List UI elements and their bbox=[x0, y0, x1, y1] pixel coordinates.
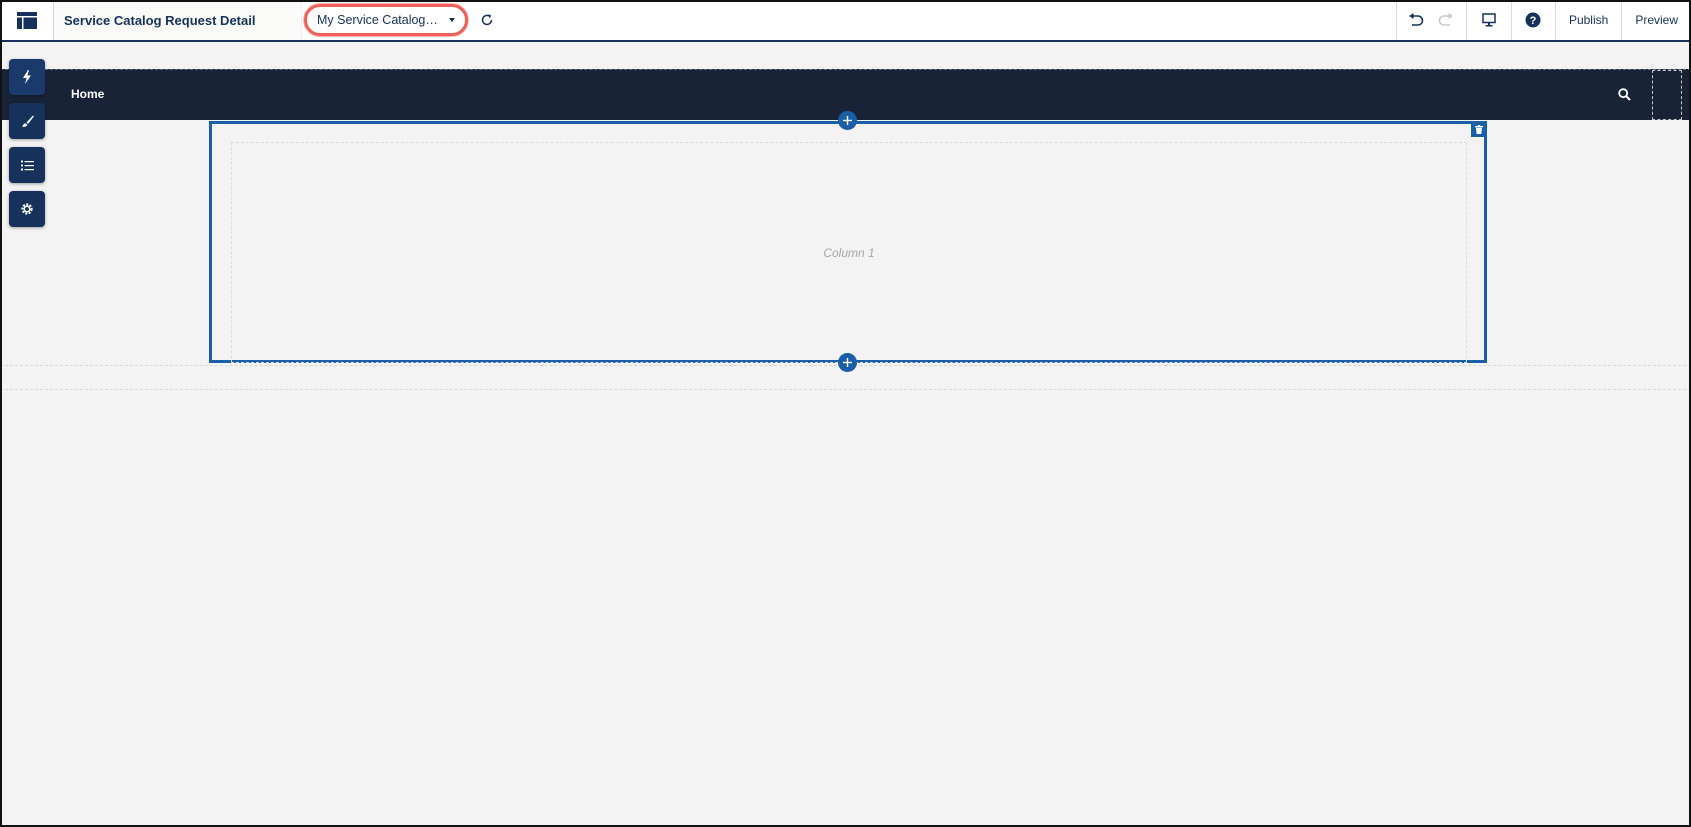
plus-icon bbox=[843, 358, 852, 367]
refresh-button[interactable] bbox=[478, 11, 496, 29]
gear-icon bbox=[21, 203, 33, 215]
paintbrush-icon bbox=[21, 115, 34, 127]
publish-label: Publish bbox=[1568, 13, 1609, 27]
rail-components-button[interactable] bbox=[9, 59, 45, 95]
preview-button[interactable]: Preview bbox=[1621, 0, 1691, 40]
plus-icon bbox=[843, 116, 852, 125]
preview-label: Preview bbox=[1635, 13, 1678, 27]
list-icon bbox=[20, 160, 34, 170]
column-label: Column 1 bbox=[823, 245, 875, 260]
rail-theme-button[interactable] bbox=[9, 103, 45, 139]
trash-icon bbox=[1475, 125, 1483, 134]
device-preview-button[interactable] bbox=[1465, 0, 1511, 40]
help-icon: ? bbox=[1525, 12, 1541, 28]
lightning-bolt-icon bbox=[23, 70, 31, 84]
help-button[interactable]: ? bbox=[1510, 0, 1555, 40]
app-switcher-button[interactable] bbox=[0, 0, 54, 40]
svg-text:?: ? bbox=[1530, 15, 1537, 27]
search-icon bbox=[1618, 88, 1631, 101]
refresh-icon bbox=[481, 14, 493, 26]
search-button[interactable] bbox=[1618, 88, 1631, 106]
add-section-above-button[interactable] bbox=[838, 111, 857, 130]
delete-section-button[interactable] bbox=[1471, 122, 1487, 137]
page-variation-dropdown[interactable]: My Service Catalog Re... bbox=[304, 4, 468, 36]
rail-settings-button[interactable] bbox=[9, 191, 45, 227]
redo-icon bbox=[1439, 13, 1454, 26]
rail-page-structure-button[interactable] bbox=[9, 147, 45, 183]
chevron-down-icon bbox=[449, 18, 455, 22]
nav-region-placeholder[interactable] bbox=[1652, 70, 1682, 120]
section-column-1[interactable]: Column 1 bbox=[231, 142, 1467, 363]
desktop-icon bbox=[1482, 13, 1496, 27]
page-section[interactable]: Column 1 bbox=[209, 121, 1487, 363]
undo-icon bbox=[1409, 13, 1424, 26]
page-title: Service Catalog Request Detail bbox=[64, 12, 256, 28]
publish-button[interactable]: Publish bbox=[1554, 0, 1621, 40]
toolbar-right-actions: ? Publish Preview bbox=[1395, 0, 1691, 40]
page-variation-value: My Service Catalog Re... bbox=[317, 13, 441, 27]
undo-button[interactable] bbox=[1408, 13, 1424, 27]
undo-redo-group bbox=[1395, 0, 1466, 40]
nav-item-home[interactable]: Home bbox=[71, 87, 104, 101]
region-divider bbox=[0, 389, 1691, 390]
page-title-area: Service Catalog Request Detail bbox=[54, 0, 302, 40]
add-section-below-button[interactable] bbox=[838, 353, 857, 372]
layout-icon bbox=[16, 11, 37, 29]
redo-button[interactable] bbox=[1438, 13, 1454, 27]
